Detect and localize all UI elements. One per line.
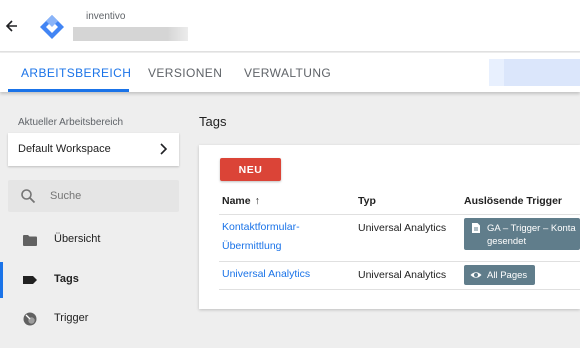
sidebar-item-uebersicht[interactable]: Übersicht	[0, 222, 190, 258]
top-header: inventivo	[0, 0, 580, 52]
search-icon	[21, 189, 36, 204]
active-tab-indicator	[8, 89, 129, 92]
tag-manager-logo	[40, 15, 64, 39]
tag-name-line: Kontaktformular-	[222, 221, 300, 233]
header-divider	[219, 214, 580, 215]
row-divider	[219, 261, 580, 262]
tag-name-link[interactable]: Universal Analytics	[222, 265, 310, 284]
document-icon	[472, 223, 480, 233]
tab-bar: ARBEITSBEREICH VERSIONEN VERWALTUNG	[0, 53, 580, 92]
new-tag-button[interactable]: NEU	[220, 158, 281, 181]
sidebar-item-label: Trigger	[54, 312, 89, 324]
trigger-icon	[23, 312, 37, 326]
trigger-chip[interactable]: GA – Trigger – Konta gesendet	[464, 218, 580, 250]
column-header-triggers: Auslösende Trigger	[464, 195, 563, 207]
workspace-selector[interactable]: Default Workspace	[8, 133, 179, 166]
column-header-label: Name	[222, 195, 251, 207]
trigger-chip[interactable]: All Pages	[464, 265, 535, 285]
workspace-name: Default Workspace	[18, 143, 111, 155]
trigger-chip-line: All Pages	[487, 270, 528, 281]
column-header-type[interactable]: Typ	[358, 195, 376, 207]
container-name-redacted[interactable]	[73, 27, 188, 41]
sidebar-item-trigger[interactable]: Trigger	[0, 301, 190, 337]
account-name[interactable]: inventivo	[86, 11, 125, 22]
tag-name-line: Universal Analytics	[222, 268, 311, 280]
tag-name-line: Übermittlung	[222, 240, 282, 252]
search-input[interactable]	[50, 188, 170, 204]
active-nav-indicator	[0, 262, 3, 298]
tags-table-card: NEU Name ↑ Typ Auslösende Trigger Kontakt…	[199, 145, 580, 309]
tab-arbeitsbereich[interactable]: ARBEITSBEREICH	[21, 66, 131, 80]
tab-versionen[interactable]: VERSIONEN	[148, 66, 222, 80]
sidebar-item-label: Übersicht	[54, 233, 101, 245]
trigger-chip-line: gesendet	[487, 236, 527, 247]
chevron-right-icon	[160, 143, 167, 155]
workspace-changes-panel	[489, 59, 580, 86]
current-workspace-label: Aktueller Arbeitsbereich	[18, 117, 124, 128]
eye-icon	[470, 272, 482, 278]
sort-ascending-icon: ↑	[254, 195, 260, 207]
search-box	[8, 180, 179, 212]
tag-icon	[23, 276, 37, 284]
trigger-chip-line: GA – Trigger – Konta	[487, 223, 576, 234]
tab-verwaltung[interactable]: VERWALTUNG	[244, 66, 331, 80]
folder-icon	[23, 235, 37, 246]
back-arrow-icon[interactable]	[4, 16, 20, 36]
tag-type: Universal Analytics	[358, 222, 447, 234]
page-title: Tags	[199, 114, 227, 129]
row-divider	[219, 289, 580, 290]
tag-type: Universal Analytics	[358, 269, 447, 281]
sidebar-item-label: Tags	[54, 273, 79, 285]
sidebar-item-tags[interactable]: Tags	[0, 262, 190, 298]
column-header-name[interactable]: Name ↑	[222, 195, 260, 207]
tag-name-link[interactable]: Kontaktformular- Übermittlung	[222, 218, 300, 256]
